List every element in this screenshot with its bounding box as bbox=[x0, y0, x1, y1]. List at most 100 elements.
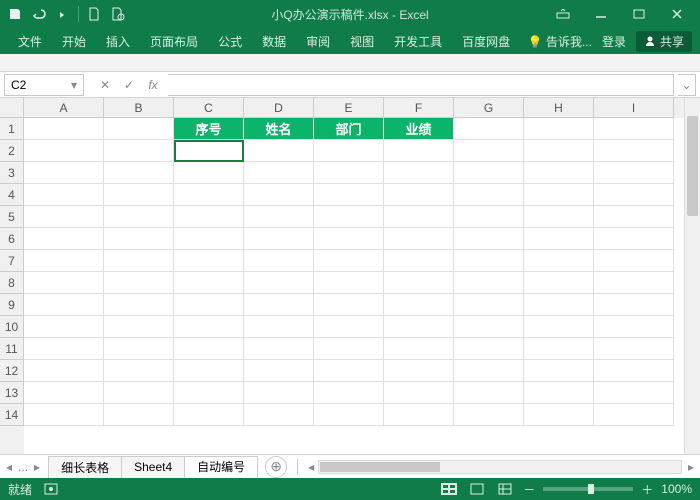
cell[interactable] bbox=[244, 184, 314, 206]
cell[interactable] bbox=[454, 338, 524, 360]
ribbon-tab[interactable]: 审阅 bbox=[296, 28, 340, 54]
column-header[interactable]: F bbox=[384, 98, 454, 118]
cell[interactable] bbox=[244, 294, 314, 316]
cell[interactable] bbox=[314, 250, 384, 272]
cell[interactable] bbox=[104, 404, 174, 426]
new-icon[interactable] bbox=[85, 5, 103, 23]
row-header[interactable]: 14 bbox=[0, 404, 24, 426]
add-sheet-button[interactable]: ⊕ bbox=[265, 456, 287, 478]
cell[interactable] bbox=[454, 118, 524, 140]
cell[interactable] bbox=[24, 360, 104, 382]
cell[interactable] bbox=[524, 360, 594, 382]
cell[interactable] bbox=[314, 360, 384, 382]
cell[interactable] bbox=[244, 250, 314, 272]
row-header[interactable]: 9 bbox=[0, 294, 24, 316]
cell[interactable] bbox=[594, 250, 674, 272]
cell[interactable] bbox=[594, 382, 674, 404]
maximize-icon[interactable] bbox=[622, 4, 656, 24]
cell[interactable] bbox=[384, 294, 454, 316]
cell[interactable] bbox=[174, 338, 244, 360]
ribbon-tab[interactable]: 视图 bbox=[340, 28, 384, 54]
cell[interactable] bbox=[104, 118, 174, 140]
cell[interactable] bbox=[524, 338, 594, 360]
cell[interactable] bbox=[524, 404, 594, 426]
cell[interactable] bbox=[244, 404, 314, 426]
cell[interactable] bbox=[594, 140, 674, 162]
cell[interactable] bbox=[314, 316, 384, 338]
select-all-corner[interactable] bbox=[0, 98, 24, 118]
cell[interactable] bbox=[384, 272, 454, 294]
cell[interactable] bbox=[24, 382, 104, 404]
cell[interactable] bbox=[594, 360, 674, 382]
redo-icon[interactable] bbox=[54, 5, 72, 23]
row-header[interactable]: 8 bbox=[0, 272, 24, 294]
sheet-tab[interactable]: Sheet4 bbox=[121, 456, 185, 478]
sheet-tab[interactable]: 自动编号 bbox=[184, 456, 258, 478]
cell[interactable] bbox=[24, 162, 104, 184]
cell[interactable] bbox=[314, 162, 384, 184]
ribbon-tab[interactable]: 文件 bbox=[8, 28, 52, 54]
cell[interactable] bbox=[384, 316, 454, 338]
cell[interactable] bbox=[384, 360, 454, 382]
cell[interactable] bbox=[594, 404, 674, 426]
cell[interactable] bbox=[244, 316, 314, 338]
row-header[interactable]: 7 bbox=[0, 250, 24, 272]
cell[interactable] bbox=[314, 338, 384, 360]
zoom-in-icon[interactable]: ＋ bbox=[641, 481, 653, 498]
ribbon-tab[interactable]: 数据 bbox=[252, 28, 296, 54]
cell[interactable] bbox=[594, 228, 674, 250]
cell[interactable] bbox=[174, 316, 244, 338]
cell[interactable] bbox=[314, 382, 384, 404]
cell[interactable] bbox=[24, 294, 104, 316]
cell[interactable] bbox=[524, 250, 594, 272]
column-header[interactable]: C bbox=[174, 98, 244, 118]
cell[interactable] bbox=[24, 404, 104, 426]
cell[interactable]: 序号 bbox=[174, 118, 244, 140]
column-header[interactable]: H bbox=[524, 98, 594, 118]
cell[interactable] bbox=[594, 118, 674, 140]
login-link[interactable]: 登录 bbox=[602, 33, 626, 50]
zoom-out-icon[interactable]: － bbox=[523, 481, 535, 498]
cell[interactable] bbox=[174, 360, 244, 382]
cell[interactable] bbox=[104, 140, 174, 162]
cell[interactable] bbox=[524, 162, 594, 184]
cell[interactable]: 部门 bbox=[314, 118, 384, 140]
cell[interactable] bbox=[524, 184, 594, 206]
cell[interactable] bbox=[174, 294, 244, 316]
fx-icon[interactable]: fx bbox=[142, 74, 164, 96]
cell[interactable] bbox=[454, 294, 524, 316]
hscroll-left-icon[interactable]: ◂ bbox=[308, 460, 314, 474]
cell[interactable] bbox=[244, 206, 314, 228]
normal-view-icon[interactable] bbox=[439, 481, 459, 497]
cell[interactable] bbox=[104, 316, 174, 338]
ribbon-tab[interactable]: 插入 bbox=[96, 28, 140, 54]
cell[interactable]: 姓名 bbox=[244, 118, 314, 140]
cell[interactable] bbox=[104, 294, 174, 316]
cell[interactable] bbox=[524, 382, 594, 404]
cell[interactable] bbox=[454, 250, 524, 272]
row-header[interactable]: 3 bbox=[0, 162, 24, 184]
cell[interactable] bbox=[454, 404, 524, 426]
cell[interactable] bbox=[594, 338, 674, 360]
cell[interactable] bbox=[104, 338, 174, 360]
name-box[interactable]: C2▾ bbox=[4, 74, 84, 96]
cell[interactable] bbox=[454, 272, 524, 294]
cell[interactable] bbox=[174, 206, 244, 228]
tell-me[interactable]: 💡 告诉我... bbox=[528, 33, 592, 50]
cell[interactable] bbox=[314, 206, 384, 228]
row-header[interactable]: 1 bbox=[0, 118, 24, 140]
cell[interactable] bbox=[244, 360, 314, 382]
cell[interactable] bbox=[454, 206, 524, 228]
row-header[interactable]: 12 bbox=[0, 360, 24, 382]
page-layout-view-icon[interactable] bbox=[467, 481, 487, 497]
zoom-value[interactable]: 100% bbox=[661, 482, 692, 496]
sheet-nav-prev-icon[interactable]: ◂ bbox=[6, 460, 12, 474]
cell[interactable] bbox=[594, 184, 674, 206]
cell[interactable] bbox=[24, 272, 104, 294]
cell[interactable] bbox=[524, 140, 594, 162]
undo-icon[interactable] bbox=[30, 5, 48, 23]
cell[interactable] bbox=[594, 162, 674, 184]
cell[interactable] bbox=[314, 294, 384, 316]
page-break-view-icon[interactable] bbox=[495, 481, 515, 497]
cell[interactable] bbox=[174, 184, 244, 206]
